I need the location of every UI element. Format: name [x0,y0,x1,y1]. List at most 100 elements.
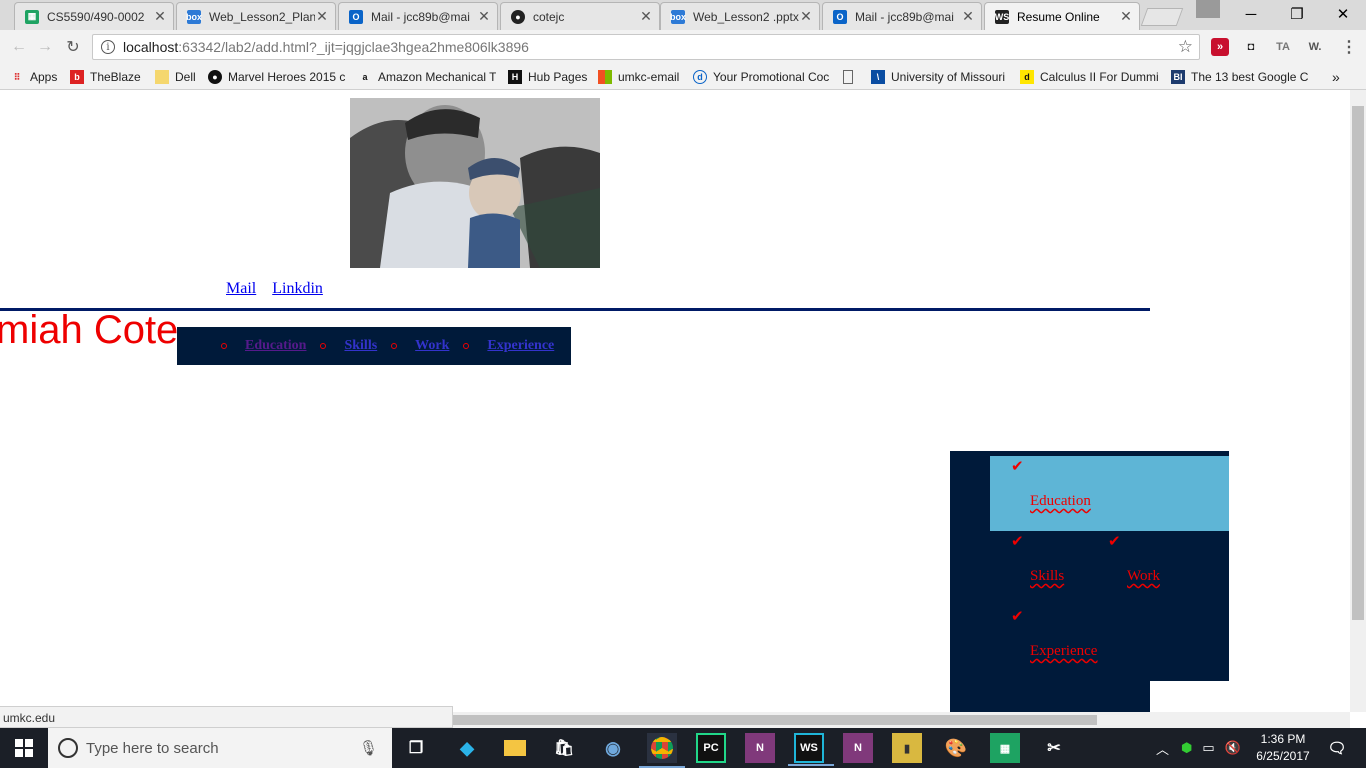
bookmark-amazon[interactable]: a Amazon Mechanical T [358,68,496,86]
close-icon[interactable]: ✕ [477,8,491,25]
bookmark-marvel[interactable]: ● Marvel Heroes 2015 c [208,68,346,86]
close-icon[interactable]: ✕ [799,8,813,25]
bookmark-theblaze[interactable]: b TheBlaze [70,68,146,86]
mail-link[interactable]: Mail [226,280,256,297]
tab-mail-1[interactable]: O Mail - jcc89b@mai ✕ [338,2,498,30]
sticky-notes-icon[interactable]: ▮ [892,733,922,763]
tab-web-lesson2-pptx[interactable]: box Web_Lesson2 .pptx ✕ [660,2,820,30]
top-nav-link-work[interactable]: Work [415,338,449,354]
horizontal-scroll-thumb[interactable] [453,715,1097,725]
clock[interactable]: 1:36 PM 6/25/2017 [1248,731,1318,765]
pycharm-icon[interactable]: PC [696,733,726,763]
volume-icon[interactable]: 🔇 [1225,740,1241,756]
address-host: localhost [123,39,179,55]
extension-mask-icon[interactable]: ◘ [1242,38,1260,56]
microphone-icon[interactable]: 🎙 [359,739,378,757]
top-nav-link-experience[interactable]: Experience [487,338,554,354]
bookmarks-overflow-icon[interactable]: » [1332,68,1346,86]
browser-toolbar: ← → ↻ i localhost:63342/lab2/add.html?_i… [0,30,1366,64]
taskbar-search[interactable]: Type here to search 🎙 [48,728,392,768]
apps-grid-icon: ⠿ [13,71,21,82]
bookmark-star-icon[interactable]: ☆ [1178,37,1193,57]
bookmark-label: Calculus II For Dummi [1040,70,1159,84]
sheets-icon: ▦ [25,9,39,24]
tab-cs5590[interactable]: ▦ CS5590/490-0002 ✕ [14,2,174,30]
top-nav-link-skills[interactable]: Skills [344,338,377,354]
cortana-icon [58,738,78,758]
profile-icon[interactable] [1196,0,1220,18]
close-icon[interactable]: ✕ [153,8,167,25]
clock-time: 1:36 PM [1260,732,1306,746]
github-icon: ● [511,9,525,24]
new-tab-button[interactable] [1140,8,1184,26]
bullet-icon [391,343,398,349]
bookmark-hubpages[interactable]: H Hub Pages [508,68,588,86]
close-icon[interactable]: ✕ [639,8,653,25]
kodi-icon[interactable]: ◆ [452,733,482,763]
info-icon[interactable]: i [101,40,115,54]
side-nav-panel-tail [950,681,1150,712]
file-explorer-icon[interactable] [500,733,530,763]
bookmark-dell[interactable]: Dell [155,68,201,86]
bookmark-label: Amazon Mechanical T [378,70,496,84]
profile-photo [350,98,600,268]
horizontal-scrollbar[interactable] [453,712,1350,728]
restore-button[interactable]: ❐ [1274,0,1320,28]
task-view-icon[interactable]: ❐ [401,733,431,763]
tray-chevron-icon[interactable]: ︿ [1156,739,1169,758]
back-icon[interactable]: ← [8,36,30,58]
extension-ta-icon[interactable]: TA [1274,38,1292,56]
close-icon[interactable]: ✕ [1119,8,1133,25]
paint-icon[interactable]: 🎨 [941,733,971,763]
tab-resume-online[interactable]: WS Resume Online ✕ [984,2,1140,30]
bullet-icon [463,343,470,349]
extension-w-icon[interactable]: W. [1306,38,1324,56]
tab-title: Mail - jcc89b@mai [855,9,954,24]
network-icon[interactable]: ⬢ [1181,740,1192,756]
linkedin-link[interactable]: Linkdin [272,280,323,297]
start-button[interactable] [0,728,48,768]
photo-illustration [350,98,600,268]
top-nav-link-education[interactable]: Education [245,338,306,354]
close-window-button[interactable]: ✕ [1320,0,1366,28]
store-icon[interactable]: 🛍 [549,733,579,763]
vertical-scrollbar[interactable] [1350,90,1366,712]
thunderbird-icon[interactable]: ◉ [598,733,628,763]
address-bar[interactable]: i localhost:63342/lab2/add.html?_ijt=jqg… [92,34,1200,60]
webstorm-taskbar-icon[interactable]: WS [788,733,834,766]
bookmark-label: University of Missouri [891,70,1006,84]
bookmark-label: Your Promotional Coc [713,70,830,84]
onenote-2-icon[interactable]: N [843,733,873,763]
bookmark-page[interactable] [843,68,863,86]
forward-icon[interactable]: → [34,36,56,58]
tab-title: Mail - jcc89b@mai [371,9,470,24]
bi-icon: BI [1171,70,1185,84]
bookmark-apps[interactable]: ⠿ Apps [10,68,62,86]
close-icon[interactable]: ✕ [961,8,975,25]
top-nav-item-skills: Skills [320,338,391,354]
extension-red-icon[interactable]: » [1211,38,1229,56]
reload-icon[interactable]: ↻ [62,36,84,58]
menu-icon[interactable]: ⋮ [1340,38,1358,56]
minimize-button[interactable]: ─ [1228,0,1274,28]
contact-links: Mail Linkdin [226,280,335,298]
bookmark-promo[interactable]: d Your Promotional Coc [693,68,831,86]
bookmark-umkc-email[interactable]: umkc-email [598,68,686,86]
sheets-taskbar-icon[interactable]: ▦ [990,733,1020,763]
close-icon[interactable]: ✕ [315,8,329,25]
bookmark-umkc[interactable]: \ University of Missouri [871,68,1009,86]
bookmark-label: TheBlaze [90,70,141,84]
vertical-scroll-thumb[interactable] [1352,106,1364,620]
tab-mail-2[interactable]: O Mail - jcc89b@mai ✕ [822,2,982,30]
onenote-icon[interactable]: N [745,733,775,763]
battery-icon[interactable]: ▭ [1202,740,1214,756]
bookmark-google[interactable]: BI The 13 best Google C [1171,68,1311,86]
chrome-icon[interactable] [639,733,685,768]
tab-web-lesson2-plan[interactable]: box Web_Lesson2_Plan ✕ [176,2,336,30]
action-center-icon[interactable]: 🗨 [1322,733,1352,763]
tab-title: CS5590/490-0002 [47,9,145,24]
clock-date: 6/25/2017 [1256,749,1310,763]
tab-github[interactable]: ● cotejc ✕ [500,2,660,30]
bookmark-calculus[interactable]: d Calculus II For Dummi [1020,68,1160,86]
snipping-tool-icon[interactable]: ✂ [1039,733,1069,763]
